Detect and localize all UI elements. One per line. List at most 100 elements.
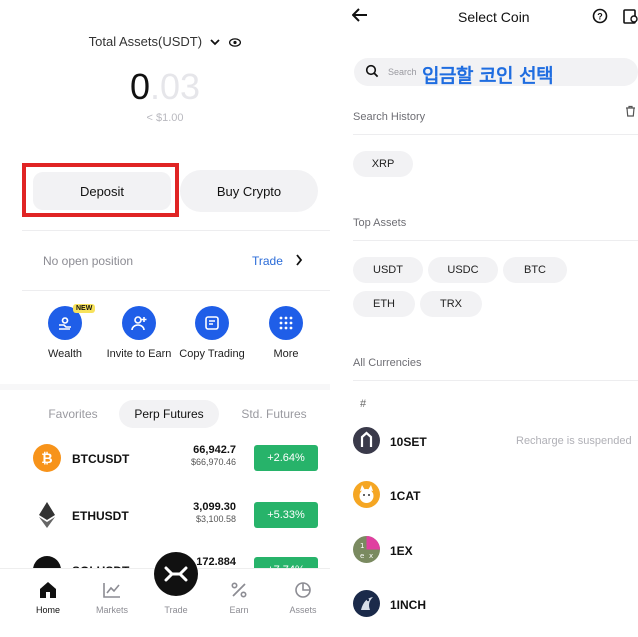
home-screen: Total Assets(USDT) 0.03 < $1.00 Deposit …: [0, 0, 330, 637]
last-price: 3,099.30: [193, 501, 236, 513]
10set-coin-icon: [353, 427, 380, 454]
new-badge: NEW: [73, 304, 96, 313]
annotation-overlay-text: 입금할 코인 선택: [422, 65, 554, 87]
market-row-eth[interactable]: ETHUSDT 3,099.30 $3,100.58 +5.33%: [0, 497, 330, 537]
quick-action-label: More: [273, 348, 299, 360]
svg-text:1: 1: [360, 542, 364, 550]
suspended-note: Recharge is suspended: [516, 435, 632, 447]
help-icon[interactable]: ?: [592, 8, 608, 29]
divider: [353, 134, 638, 135]
1inch-coin-icon: [353, 590, 380, 617]
tab-perp-futures[interactable]: Perp Futures: [119, 400, 219, 428]
change-badge[interactable]: +2.64%: [254, 445, 318, 471]
quick-action-more[interactable]: More: [241, 306, 330, 360]
top-assets-label: Top Assets: [353, 217, 407, 229]
total-assets-selector[interactable]: Total Assets(USDT): [0, 34, 330, 50]
search-history-label: Search History: [353, 111, 426, 123]
change-badge[interactable]: +5.33%: [254, 502, 318, 528]
back-arrow-icon[interactable]: [351, 6, 368, 27]
market-tabs: Favorites Perp Futures Std. Futures: [0, 400, 330, 428]
markets-icon: [82, 579, 142, 601]
svg-text:e: e: [360, 552, 364, 560]
currency-row-1ex[interactable]: 1 ex 1EX: [353, 536, 638, 566]
balance-integer: 0: [129, 66, 150, 107]
bitcoin-icon: ₿: [33, 444, 61, 472]
nav-markets[interactable]: Markets: [82, 579, 142, 615]
home-icon: [18, 579, 78, 601]
1ex-coin-icon: 1 ex: [353, 536, 380, 563]
history-chip[interactable]: XRP: [353, 151, 413, 177]
search-icon: [365, 64, 379, 83]
nav-earn[interactable]: Earn: [209, 579, 269, 615]
svg-text:x: x: [369, 552, 373, 560]
eye-icon[interactable]: [229, 35, 242, 50]
quick-action-label: Wealth: [47, 348, 83, 360]
deposit-highlight-box: [22, 163, 179, 217]
quick-action-label: Copy Trading: [179, 348, 245, 360]
balance-usd: < $1.00: [146, 112, 184, 124]
tab-std-futures[interactable]: Std. Futures: [232, 400, 316, 428]
price: 66,942.7 $66,970.46: [191, 444, 236, 467]
all-currencies-label: All Currencies: [353, 357, 422, 369]
history-icon[interactable]: [622, 8, 638, 29]
svg-text:?: ?: [597, 12, 603, 22]
market-row-btc[interactable]: ₿ BTCUSDT 66,942.7 $66,970.46 +2.64%: [0, 440, 330, 480]
invite-icon: [122, 306, 156, 340]
symbol: ETHUSDT: [72, 509, 129, 523]
more-grid-icon: [269, 306, 303, 340]
divider: [22, 290, 330, 291]
balance-fraction: .03: [149, 66, 201, 107]
currency-row-10set[interactable]: 10SET Recharge is suspended: [353, 427, 638, 457]
ethereum-icon: [33, 501, 61, 529]
quick-action-label: Invite to Earn: [106, 348, 172, 360]
usd-price: $66,970.46: [190, 457, 236, 467]
nav-assets[interactable]: Assets: [273, 579, 330, 615]
page-title: Select Coin: [458, 9, 530, 25]
nav-label: Home: [35, 605, 60, 615]
asset-chip[interactable]: BTC: [503, 257, 567, 283]
nav-label: Trade: [164, 605, 188, 615]
price: 3,099.30 $3,100.58: [193, 501, 236, 524]
currency-name: 1CAT: [390, 489, 421, 503]
copy-trading-icon: [195, 306, 229, 340]
earn-icon: [209, 579, 269, 601]
trade-link[interactable]: Trade: [252, 254, 283, 268]
buy-crypto-button[interactable]: Buy Crypto: [180, 170, 318, 212]
chevron-down-icon: [210, 38, 220, 49]
tab-favorites[interactable]: Favorites: [38, 400, 108, 428]
currency-name: 1INCH: [390, 598, 427, 612]
nav-label: Markets: [95, 605, 128, 615]
chevron-right-icon[interactable]: [295, 253, 303, 269]
last-price: 66,942.7: [193, 444, 236, 456]
divider: [22, 230, 330, 231]
select-coin-screen: Select Coin ? Search 입금할 코인 선택 Search Hi…: [340, 0, 638, 637]
no-position-text: No open position: [43, 254, 134, 268]
assets-icon: [273, 579, 330, 601]
trade-icon: [164, 566, 188, 582]
symbol: BTCUSDT: [72, 452, 130, 466]
currency-row-1inch[interactable]: 1INCH: [353, 590, 638, 620]
trash-icon[interactable]: [625, 104, 636, 122]
price: 172.884: [196, 556, 236, 568]
currency-name: 10SET: [390, 435, 427, 449]
total-assets-label: Total Assets(USDT): [88, 34, 203, 49]
nav-label: Earn: [229, 605, 249, 615]
divider: [353, 380, 638, 381]
1cat-coin-icon: [353, 481, 380, 508]
currency-row-1cat[interactable]: 1CAT: [353, 481, 638, 511]
currency-name: 1EX: [390, 544, 413, 558]
asset-chip[interactable]: USDT: [353, 257, 423, 283]
last-price: 172.884: [196, 556, 236, 568]
search-placeholder: Search: [388, 67, 417, 77]
nav-home[interactable]: Home: [18, 579, 78, 615]
section-gap: [0, 384, 330, 390]
asset-chip[interactable]: USDC: [428, 257, 498, 283]
asset-chip[interactable]: TRX: [420, 291, 482, 317]
balance-amount: 0.03: [0, 66, 330, 108]
nav-label: Assets: [289, 605, 317, 615]
asset-chip[interactable]: ETH: [353, 291, 415, 317]
trade-fab-button[interactable]: [154, 552, 198, 596]
index-letter: #: [360, 398, 367, 410]
divider: [353, 240, 638, 241]
usd-price: $3,100.58: [195, 514, 236, 524]
